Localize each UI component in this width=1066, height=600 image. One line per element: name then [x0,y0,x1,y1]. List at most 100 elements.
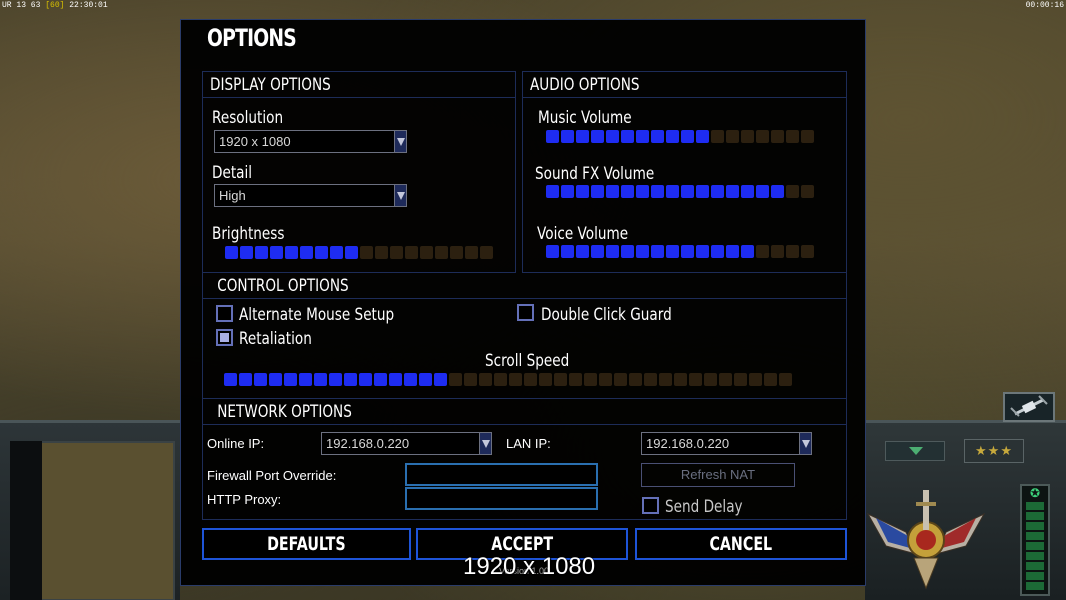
slider-segment[interactable] [801,130,814,143]
slider-segment[interactable] [576,245,589,258]
slider-segment[interactable] [666,185,679,198]
slider-segment[interactable] [771,245,784,258]
slider-segment[interactable] [749,373,762,386]
slider-segment[interactable] [666,130,679,143]
slider-segment[interactable] [711,130,724,143]
slider-segment[interactable] [345,246,358,259]
slider-segment[interactable] [606,185,619,198]
slider-segment[interactable] [494,373,507,386]
slider-segment[interactable] [606,130,619,143]
slider-segment[interactable] [651,130,664,143]
slider-segment[interactable] [756,245,769,258]
slider-segment[interactable] [509,373,522,386]
slider-segment[interactable] [344,373,357,386]
slider-segment[interactable] [591,130,604,143]
slider-segment[interactable] [696,245,709,258]
slider-segment[interactable] [591,185,604,198]
slider-segment[interactable] [651,185,664,198]
slider-segment[interactable] [696,185,709,198]
http-proxy-field[interactable] [405,487,598,510]
slider-segment[interactable] [756,130,769,143]
sound-fx-volume-slider[interactable] [546,185,814,198]
slider-segment[interactable] [689,373,702,386]
slider-segment[interactable] [561,130,574,143]
slider-segment[interactable] [270,246,283,259]
slider-segment[interactable] [240,246,253,259]
firewall-port-field[interactable] [405,463,598,486]
slider-segment[interactable] [696,130,709,143]
slider-segment[interactable] [599,373,612,386]
slider-segment[interactable] [239,373,252,386]
slider-segment[interactable] [405,246,418,259]
slider-segment[interactable] [741,130,754,143]
slider-segment[interactable] [315,246,328,259]
chevron-down-icon[interactable] [394,185,406,206]
lan-ip-dropdown[interactable]: 192.168.0.220 [641,432,812,455]
slider-segment[interactable] [390,246,403,259]
slider-segment[interactable] [786,245,799,258]
online-ip-dropdown[interactable]: 192.168.0.220 [321,432,492,455]
double-click-guard-checkbox[interactable] [517,304,534,321]
slider-segment[interactable] [546,245,559,258]
slider-segment[interactable] [726,130,739,143]
resolution-dropdown[interactable]: 1920 x 1080 [214,130,407,153]
send-delay-checkbox[interactable] [642,497,659,514]
slider-segment[interactable] [360,246,373,259]
slider-segment[interactable] [434,373,447,386]
slider-segment[interactable] [801,245,814,258]
slider-segment[interactable] [779,373,792,386]
slider-segment[interactable] [681,185,694,198]
cancel-button[interactable]: CANCEL [635,528,847,560]
slider-segment[interactable] [479,373,492,386]
slider-segment[interactable] [719,373,732,386]
slider-segment[interactable] [591,245,604,258]
slider-segment[interactable] [465,246,478,259]
slider-segment[interactable] [801,185,814,198]
slider-segment[interactable] [704,373,717,386]
slider-segment[interactable] [741,245,754,258]
slider-segment[interactable] [584,373,597,386]
slider-segment[interactable] [546,185,559,198]
slider-segment[interactable] [644,373,657,386]
slider-segment[interactable] [254,373,267,386]
slider-segment[interactable] [539,373,552,386]
slider-segment[interactable] [786,185,799,198]
chevron-down-icon[interactable] [799,433,811,454]
slider-segment[interactable] [629,373,642,386]
slider-segment[interactable] [711,185,724,198]
slider-segment[interactable] [419,373,432,386]
command-bar-collapse-button[interactable] [885,441,945,461]
slider-segment[interactable] [284,373,297,386]
slider-segment[interactable] [621,185,634,198]
slider-segment[interactable] [734,373,747,386]
slider-segment[interactable] [621,130,634,143]
slider-segment[interactable] [636,245,649,258]
slider-segment[interactable] [771,185,784,198]
slider-segment[interactable] [726,245,739,258]
slider-segment[interactable] [666,245,679,258]
slider-segment[interactable] [659,373,672,386]
brightness-slider[interactable] [225,246,493,259]
slider-segment[interactable] [359,373,372,386]
slider-segment[interactable] [524,373,537,386]
slider-segment[interactable] [389,373,402,386]
refresh-nat-button[interactable]: Refresh NAT [641,463,795,487]
slider-segment[interactable] [606,245,619,258]
slider-segment[interactable] [420,246,433,259]
slider-segment[interactable] [225,246,238,259]
slider-segment[interactable] [576,185,589,198]
slider-segment[interactable] [480,246,493,259]
slider-segment[interactable] [674,373,687,386]
slider-segment[interactable] [554,373,567,386]
slider-segment[interactable] [374,373,387,386]
slider-segment[interactable] [285,246,298,259]
slider-segment[interactable] [375,246,388,259]
slider-segment[interactable] [726,185,739,198]
voice-volume-slider[interactable] [546,245,814,258]
slider-segment[interactable] [546,130,559,143]
slider-segment[interactable] [224,373,237,386]
slider-segment[interactable] [404,373,417,386]
slider-segment[interactable] [314,373,327,386]
music-volume-slider[interactable] [546,130,814,143]
slider-segment[interactable] [764,373,777,386]
